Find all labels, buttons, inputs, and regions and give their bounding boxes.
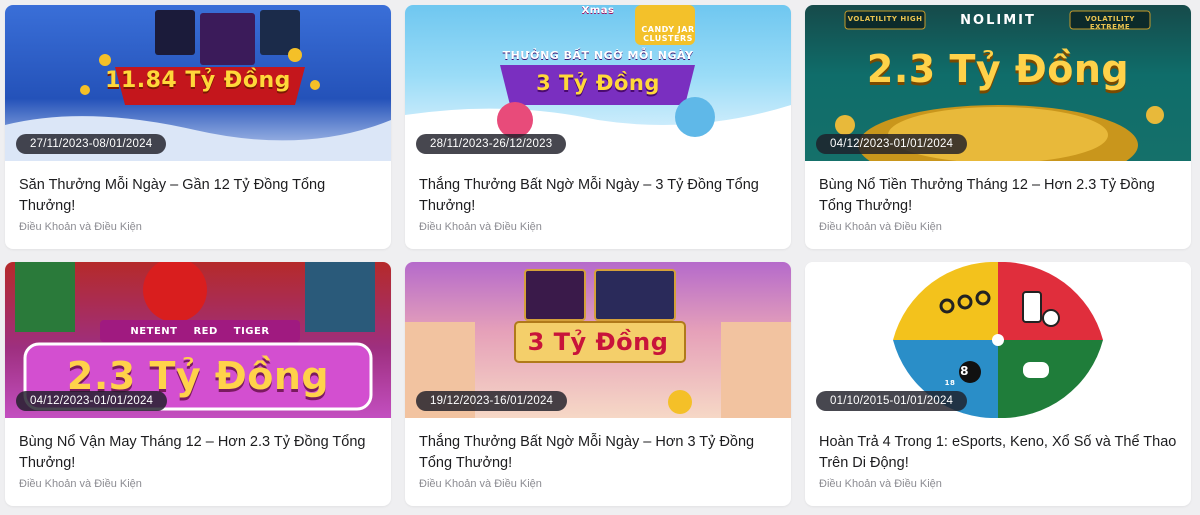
terms-link[interactable]: Điều Khoản và Điều Kiện <box>19 221 142 233</box>
banner-tag: CANDY JAR CLUSTERS <box>641 25 695 43</box>
netent-logo: NETENT <box>130 326 178 337</box>
promotion-banner-image[interactable]: NETENT RED TIGER 2.3 Tỷ Đồng 04/12/2023-… <box>5 262 391 418</box>
promotion-card[interactable]: Xmas CANDY JAR CLUSTERS THƯỞNG BẤT NGỜ M… <box>405 5 791 249</box>
date-range-badge: 04/12/2023-01/01/2024 <box>816 134 968 154</box>
terms-link[interactable]: Điều Khoản và Điều Kiện <box>819 221 942 233</box>
promotion-banner-image[interactable]: Xmas CANDY JAR CLUSTERS THƯỞNG BẤT NGỜ M… <box>405 5 791 161</box>
banner-small-number: 18 <box>944 379 956 387</box>
promotion-title[interactable]: Thắng Thưởng Bất Ngờ Mỗi Ngày – Hơn 3 Tỷ… <box>419 432 777 474</box>
terms-link[interactable]: Điều Khoản và Điều Kiện <box>819 478 942 490</box>
promotion-card[interactable]: VOLATILITY HIGH VOLATILITY EXTREME NOLIM… <box>805 5 1191 249</box>
red-tiger-logo: RED TIGER <box>193 326 270 337</box>
promotion-card[interactable]: NETENT RED TIGER 2.3 Tỷ Đồng 04/12/2023-… <box>5 262 391 506</box>
promotion-title[interactable]: Bùng Nổ Tiền Thưởng Tháng 12 – Hơn 2.3 T… <box>819 175 1177 217</box>
promotion-card[interactable]: 3 Tỷ Đồng 19/12/2023-16/01/2024 Thắng Th… <box>405 262 791 506</box>
date-range-badge: 28/11/2023-26/12/2023 <box>416 134 567 154</box>
promotion-title[interactable]: Bùng Nổ Vận May Tháng 12 – Hơn 2.3 Tỷ Đồ… <box>19 432 377 474</box>
promotion-banner-image[interactable]: 8 18 01/10/2015-01/01/2024 <box>805 262 1191 418</box>
promotion-card[interactable]: 11.84 Tỷ Đồng 27/11/2023-08/01/2024 Săn … <box>5 5 391 249</box>
banner-headline: 11.84 Tỷ Đồng <box>105 68 291 93</box>
date-range-badge: 27/11/2023-08/01/2024 <box>16 134 167 154</box>
promotion-title[interactable]: Hoàn Trả 4 Trong 1: eSports, Keno, Xổ Số… <box>819 432 1177 474</box>
eight-ball-number: 8 <box>960 364 969 378</box>
terms-link[interactable]: Điều Khoản và Điều Kiện <box>419 478 542 490</box>
terms-link[interactable]: Điều Khoản và Điều Kiện <box>419 221 542 233</box>
promotion-banner-image[interactable]: 11.84 Tỷ Đồng 27/11/2023-08/01/2024 <box>5 5 391 161</box>
promotion-banner-image[interactable]: 3 Tỷ Đồng 19/12/2023-16/01/2024 <box>405 262 791 418</box>
banner-headline: 3 Tỷ Đồng <box>527 328 669 356</box>
date-range-badge: 04/12/2023-01/01/2024 <box>16 391 168 411</box>
date-range-badge: 19/12/2023-16/01/2024 <box>416 391 568 411</box>
promotion-title[interactable]: Thắng Thưởng Bất Ngờ Mỗi Ngày – 3 Tỷ Đồn… <box>419 175 777 217</box>
date-range-badge: 01/10/2015-01/01/2024 <box>816 391 968 411</box>
banner-provider-logos: NETENT RED TIGER <box>100 326 300 337</box>
promotions-grid: 11.84 Tỷ Đồng 27/11/2023-08/01/2024 Săn … <box>5 5 1191 506</box>
terms-link[interactable]: Điều Khoản và Điều Kiện <box>19 478 142 490</box>
banner-headline: 2.3 Tỷ Đồng <box>866 47 1130 91</box>
banner-subheadline: THƯỞNG BẤT NGỜ MỖI NGÀY <box>502 49 694 62</box>
promotion-card[interactable]: 8 18 01/10/2015-01/01/2024 Hoàn Trả 4 Tr… <box>805 262 1191 506</box>
promotion-title[interactable]: Săn Thưởng Mỗi Ngày – Gần 12 Tỷ Đồng Tổn… <box>19 175 377 217</box>
banner-brand-logo: NOLIMIT <box>960 13 1036 28</box>
promotion-banner-image[interactable]: VOLATILITY HIGH VOLATILITY EXTREME NOLIM… <box>805 5 1191 161</box>
banner-tag: Xmas <box>581 5 615 16</box>
banner-headline: 3 Tỷ Đồng <box>536 71 660 95</box>
